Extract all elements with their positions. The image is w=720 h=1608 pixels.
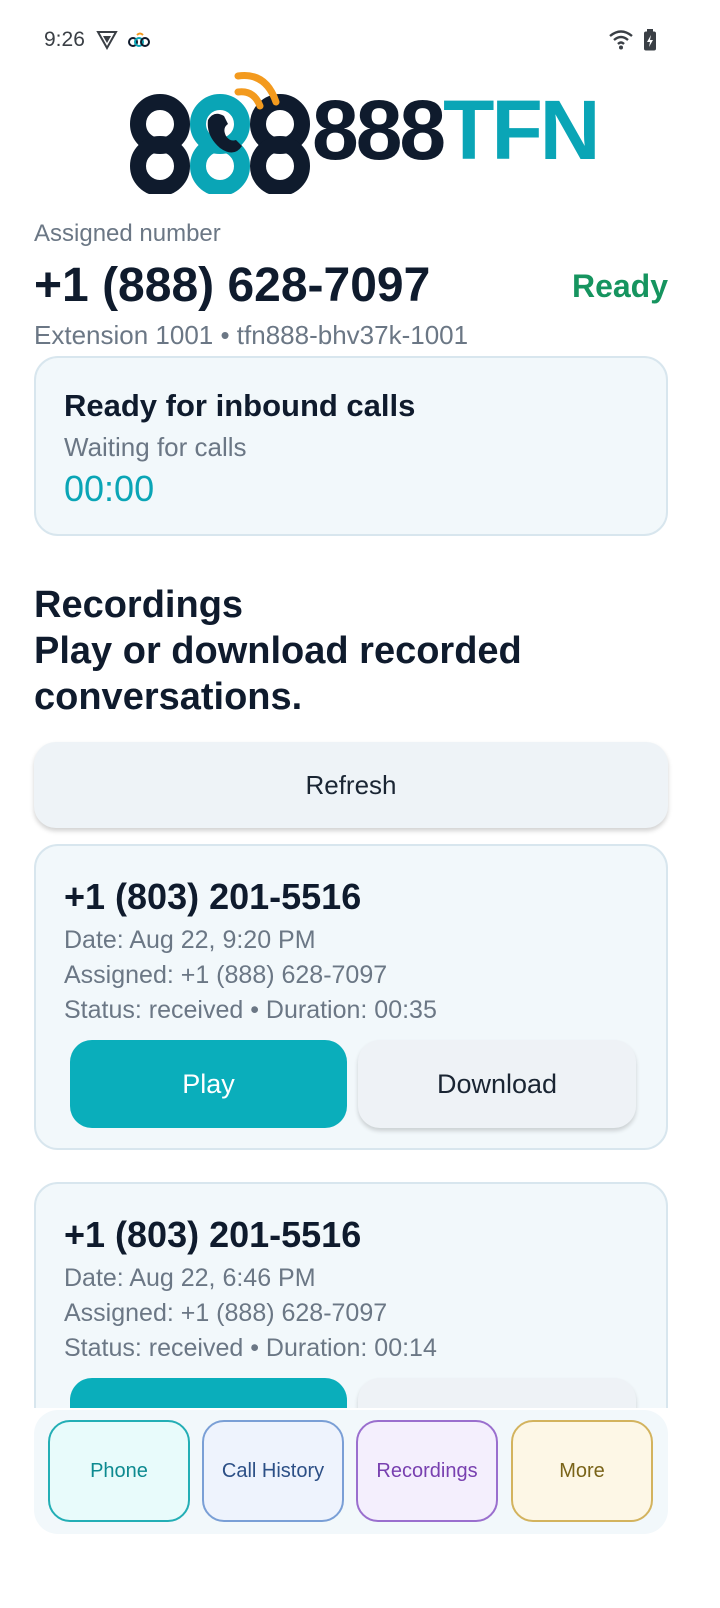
recordings-subtitle: Play or download recorded conversations. <box>34 630 522 718</box>
bottom-navigation: Phone Call History Recordings More <box>34 1410 668 1534</box>
logo-mark-icon <box>130 72 310 194</box>
extension-line: Extension 1001 • tfn888-bhv37k-1001 <box>34 320 469 350</box>
status-card-title: Ready for inbound calls <box>64 388 416 423</box>
call-timer: 00:00 <box>64 468 155 509</box>
nav-call-history[interactable]: Call History <box>202 1420 344 1522</box>
logo-word-teal: TFN <box>443 83 600 177</box>
recordings-title: Recordings <box>34 584 244 626</box>
logo-wordmark: 888TFN <box>312 88 600 172</box>
app-logo: 888TFN <box>130 62 600 194</box>
shield-icon <box>96 30 118 55</box>
recording-assigned: Assigned: +1 (888) 628-7097 <box>64 1299 388 1327</box>
assigned-number-label: Assigned number <box>34 220 221 247</box>
download-button[interactable]: Download <box>358 1040 636 1128</box>
nav-more[interactable]: More <box>511 1420 653 1522</box>
app-logo-icon <box>128 31 150 54</box>
recording-date: Date: Aug 22, 6:46 PM <box>64 1264 316 1292</box>
inbound-status-card: Ready for inbound calls Waiting for call… <box>34 356 668 536</box>
nav-recordings[interactable]: Recordings <box>356 1420 498 1522</box>
recording-card: +1 (803) 201-5516 Date: Aug 22, 9:20 PM … <box>34 844 668 1150</box>
recording-status: Status: received • Duration: 00:35 <box>64 996 437 1024</box>
recording-caller-number: +1 (803) 201-5516 <box>64 1214 362 1255</box>
recording-caller-number: +1 (803) 201-5516 <box>64 876 362 917</box>
status-badge: Ready <box>571 268 668 304</box>
recording-date: Date: Aug 22, 9:20 PM <box>64 926 316 954</box>
recording-assigned: Assigned: +1 (888) 628-7097 <box>64 961 388 989</box>
assigned-number: +1 (888) 628-7097 <box>34 259 431 312</box>
recording-status: Status: received • Duration: 00:14 <box>64 1334 437 1362</box>
recordings-section-title: Recordings Play or download recorded con… <box>34 582 674 720</box>
status-time: 9:26 <box>44 28 85 51</box>
wifi-icon <box>608 28 634 55</box>
battery-icon <box>643 29 657 56</box>
status-card-subtitle: Waiting for calls <box>64 432 247 462</box>
logo-word-dark: 888 <box>312 83 446 177</box>
play-button[interactable]: Play <box>70 1040 347 1128</box>
nav-phone[interactable]: Phone <box>48 1420 190 1522</box>
refresh-button[interactable]: Refresh <box>34 742 668 828</box>
